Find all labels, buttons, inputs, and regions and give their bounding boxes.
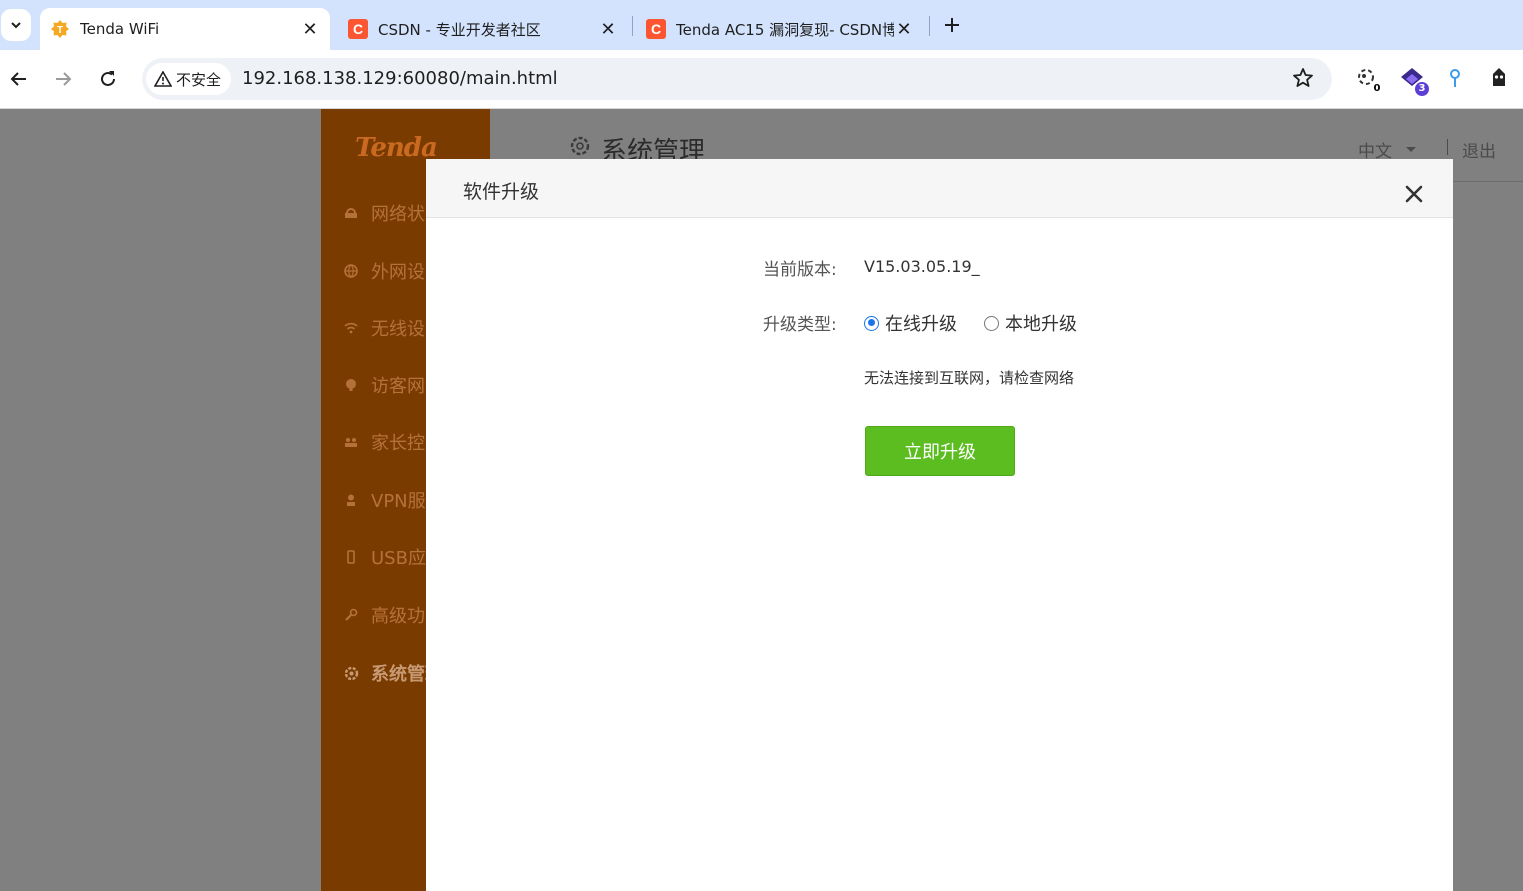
extension-1-icon[interactable]: 0: [1354, 66, 1384, 96]
security-label: 不安全: [176, 70, 222, 89]
tenda-favicon-icon: T: [50, 19, 70, 39]
online-upgrade-label: 在线升级: [885, 314, 957, 335]
security-chip[interactable]: 不安全: [146, 63, 232, 95]
radio-checked-icon[interactable]: [864, 315, 879, 331]
extension-4-icon[interactable]: [1487, 66, 1515, 94]
reload-icon: [101, 71, 115, 86]
dialog-title: 软件升级: [463, 181, 540, 203]
close-tab-icon[interactable]: ✕: [300, 19, 320, 40]
tab-search-button[interactable]: [1, 9, 31, 41]
network-status-icon: [343, 205, 359, 221]
extension-badge: 3: [1415, 82, 1429, 96]
usb-icon: [343, 549, 359, 565]
current-version-label: 当前版本:: [763, 260, 837, 280]
software-upgrade-dialog: 软件升级 当前版本: V15.03.05.19_ 升级类型: 在线升级 本地升级…: [426, 159, 1453, 891]
tab-tenda-wifi[interactable]: T Tenda WiFi ✕: [40, 8, 330, 50]
vpn-icon: [343, 492, 359, 508]
svg-text:C: C: [353, 21, 363, 37]
chevron-down-icon: [11, 22, 21, 29]
guest-icon: [343, 377, 359, 393]
back-button[interactable]: [4, 64, 34, 94]
plus-icon: [945, 18, 959, 32]
tenda-logo: Tenda: [355, 133, 438, 163]
reload-button[interactable]: [93, 64, 123, 94]
new-tab-button[interactable]: [939, 12, 965, 38]
svg-text:C: C: [651, 21, 661, 37]
bookmark-button[interactable]: [1292, 67, 1316, 91]
tab-separator: [929, 16, 930, 36]
dialog-close-button[interactable]: [1401, 181, 1427, 207]
online-upgrade-radio[interactable]: 在线升级: [864, 310, 957, 336]
wrench-icon: [343, 607, 359, 623]
tab-title: Tenda WiFi: [80, 20, 160, 38]
close-tab-icon[interactable]: ✕: [894, 19, 914, 40]
parental-icon: [343, 434, 359, 450]
warning-icon: [154, 71, 172, 87]
star-icon: [1293, 68, 1313, 87]
header-divider-line: [1453, 181, 1523, 182]
upgrade-type-label: 升级类型:: [763, 315, 837, 335]
tab-bar: T Tenda WiFi ✕ C CSDN - 专业开发者社区 ✕ C Tend…: [0, 0, 1523, 50]
radio-unchecked-icon[interactable]: [984, 315, 999, 331]
caret-down-icon: [1406, 147, 1416, 152]
close-icon: [1405, 185, 1423, 203]
browser-toolbar: 不安全 192.168.138.129:60080/main.html 0 3: [0, 50, 1523, 109]
logout-link[interactable]: 退出: [1462, 137, 1496, 162]
gear-icon: [570, 136, 590, 156]
gear-icon: [343, 665, 359, 681]
local-upgrade-label: 本地升级: [1005, 314, 1077, 335]
tab-tenda-ac15[interactable]: C Tenda AC15 漏洞复现- CSDN博 ✕: [636, 8, 924, 50]
local-upgrade-radio[interactable]: 本地升级: [984, 310, 1077, 336]
wifi-icon: [343, 320, 359, 336]
extension-badge: 0: [1370, 82, 1384, 96]
url-text[interactable]: 192.168.138.129:60080/main.html: [242, 68, 558, 89]
network-error-message: 无法连接到互联网，请检查网络: [864, 369, 1075, 387]
forward-button[interactable]: [48, 64, 78, 94]
arrow-right-icon: [56, 72, 72, 86]
csdn-favicon-icon: C: [646, 19, 666, 39]
globe-icon: [343, 263, 359, 279]
header-divider: [1447, 139, 1448, 155]
tab-title: CSDN - 专业开发者社区: [378, 20, 541, 39]
address-bar[interactable]: 不安全 192.168.138.129:60080/main.html: [142, 58, 1332, 100]
tab-csdn[interactable]: C CSDN - 专业开发者社区 ✕: [338, 8, 628, 50]
tab-title: Tenda AC15 漏洞复现- CSDN博: [676, 20, 894, 39]
svg-text:T: T: [57, 25, 63, 36]
current-version-value: V15.03.05.19_: [864, 257, 980, 276]
extension-2-icon[interactable]: 3: [1399, 66, 1429, 96]
tab-separator: [632, 16, 633, 36]
dialog-header: 软件升级: [426, 159, 1453, 218]
upgrade-now-button[interactable]: 立即升级: [865, 426, 1015, 476]
close-tab-icon[interactable]: ✕: [598, 19, 618, 40]
csdn-favicon-icon: C: [348, 19, 368, 39]
extension-3-icon[interactable]: [1443, 66, 1471, 94]
arrow-left-icon: [10, 72, 26, 86]
